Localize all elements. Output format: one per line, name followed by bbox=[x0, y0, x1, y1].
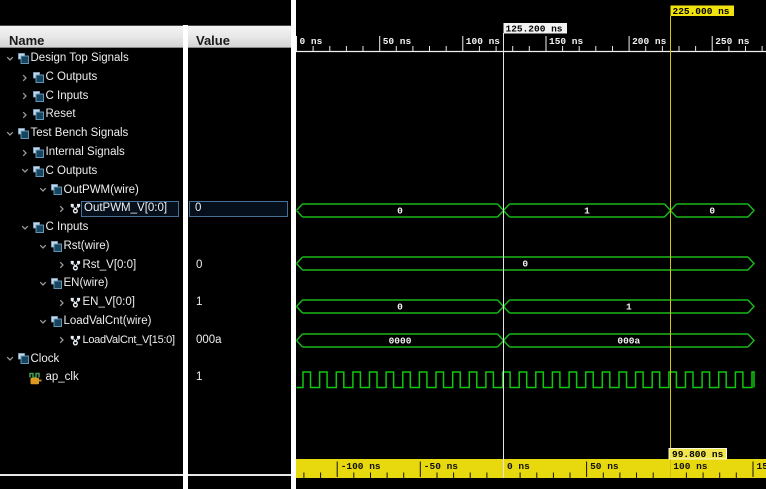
svg-text:250 ns: 250 ns bbox=[715, 36, 750, 47]
svg-text:1: 1 bbox=[626, 302, 632, 313]
svg-text:100 ns: 100 ns bbox=[466, 36, 501, 47]
svg-text:100 ns: 100 ns bbox=[673, 461, 708, 472]
svg-text:225.000 ns: 225.000 ns bbox=[673, 6, 730, 17]
svg-text:50 ns: 50 ns bbox=[383, 36, 412, 47]
svg-text:1: 1 bbox=[584, 206, 590, 217]
svg-text:150 ns: 150 ns bbox=[757, 461, 766, 472]
svg-text:-50 ns: -50 ns bbox=[424, 461, 459, 472]
svg-text:99.800 ns: 99.800 ns bbox=[672, 449, 724, 460]
svg-text:50 ns: 50 ns bbox=[590, 461, 619, 472]
svg-text:000a: 000a bbox=[617, 336, 640, 347]
svg-text:0: 0 bbox=[397, 302, 403, 313]
svg-text:0: 0 bbox=[397, 206, 403, 217]
svg-text:0000: 0000 bbox=[389, 336, 412, 347]
svg-text:0 ns: 0 ns bbox=[507, 461, 530, 472]
svg-text:0: 0 bbox=[522, 259, 528, 270]
svg-text:0 ns: 0 ns bbox=[300, 36, 323, 47]
svg-text:0: 0 bbox=[709, 206, 715, 217]
svg-text:150 ns: 150 ns bbox=[549, 36, 584, 47]
svg-text:-100 ns: -100 ns bbox=[341, 461, 381, 472]
svg-text:200 ns: 200 ns bbox=[632, 36, 667, 47]
svg-text:125.200 ns: 125.200 ns bbox=[506, 24, 563, 35]
